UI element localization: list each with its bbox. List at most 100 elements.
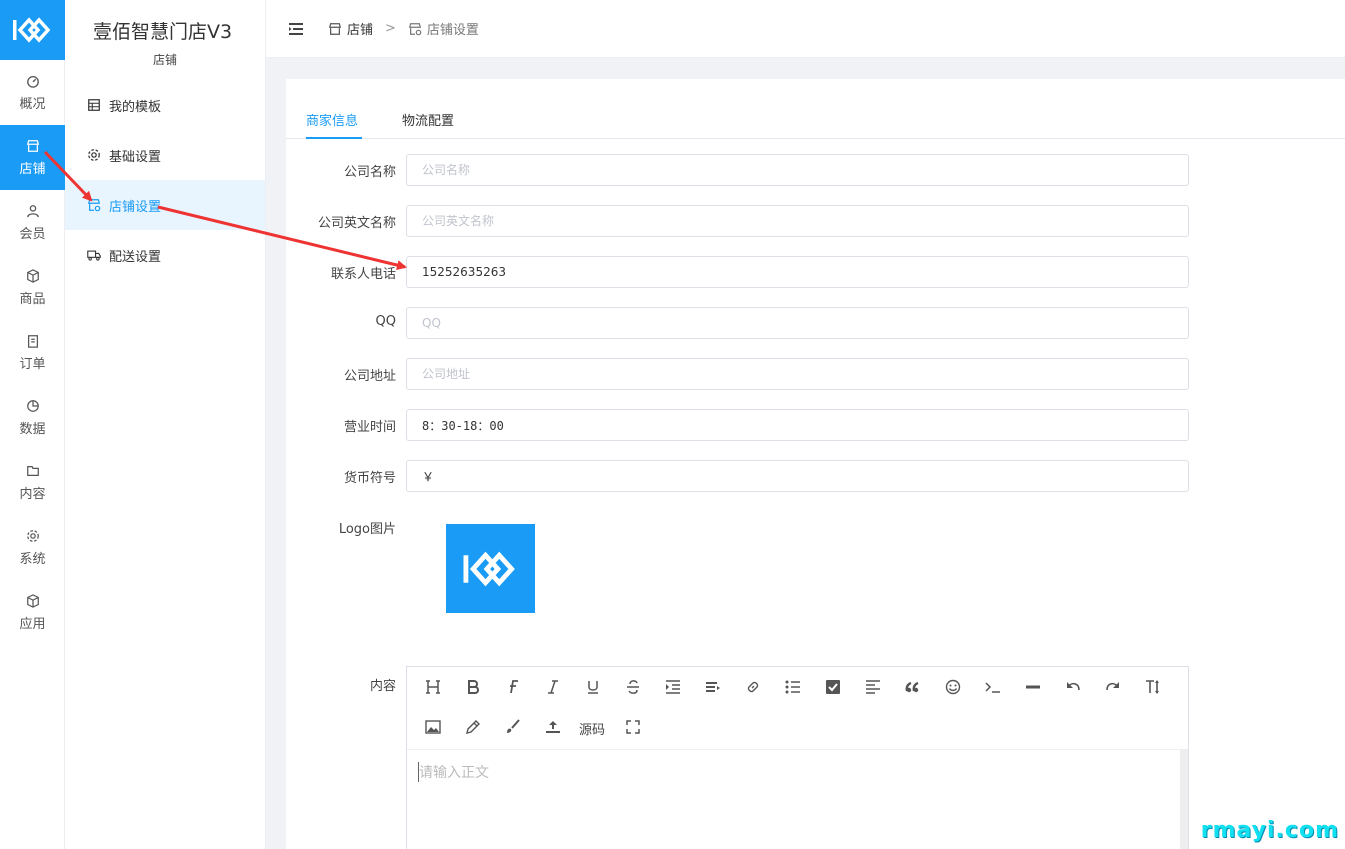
horizontal-rule-icon[interactable] bbox=[1021, 675, 1045, 699]
editor-body[interactable]: 请输入正文 bbox=[407, 749, 1180, 849]
line-height-icon[interactable] bbox=[701, 675, 725, 699]
logo-image-upload[interactable] bbox=[446, 524, 535, 613]
business-hours-input[interactable] bbox=[406, 409, 1189, 441]
cube-icon bbox=[26, 593, 39, 608]
dashboard-icon bbox=[26, 75, 39, 88]
rail-item-data[interactable]: 数据 bbox=[0, 385, 65, 450]
tab-bar: 商家信息 物流配置 bbox=[286, 105, 1345, 139]
bullet-list-icon[interactable] bbox=[781, 675, 805, 699]
submenu-item-label: 店铺设置 bbox=[109, 199, 162, 215]
font-size-icon[interactable] bbox=[1141, 675, 1165, 699]
font-icon[interactable] bbox=[501, 675, 525, 699]
store-settings-icon bbox=[87, 199, 101, 212]
submenu: 壹佰智慧门店V3 店铺 我的模板 基础设置 店铺设置 配送设置 bbox=[65, 0, 266, 849]
rail-item-label: 数据 bbox=[19, 421, 46, 437]
breadcrumb-root[interactable]: 店铺 bbox=[347, 19, 373, 38]
tab-logistics[interactable]: 物流配置 bbox=[402, 110, 454, 129]
store-icon bbox=[26, 139, 39, 152]
rail-item-orders[interactable]: 订单 bbox=[0, 320, 65, 385]
rich-text-editor: 源码 请输入正文 bbox=[406, 666, 1189, 849]
strikethrough-icon[interactable] bbox=[621, 675, 645, 699]
submenu-header: 壹佰智慧门店V3 店铺 bbox=[65, 0, 265, 68]
company-en-name-label: 公司英文名称 bbox=[317, 216, 396, 231]
app-logo[interactable] bbox=[0, 0, 65, 60]
company-name-input[interactable] bbox=[406, 154, 1189, 186]
editor-placeholder: 请输入正文 bbox=[418, 762, 489, 782]
truck-icon bbox=[87, 250, 101, 261]
indent-icon[interactable] bbox=[661, 675, 685, 699]
qq-input[interactable] bbox=[406, 307, 1189, 339]
tab-indicator bbox=[306, 137, 362, 139]
rail-item-content[interactable]: 内容 bbox=[0, 450, 65, 515]
template-icon bbox=[88, 99, 100, 111]
gear-icon bbox=[26, 529, 39, 542]
editor-scrollbar[interactable] bbox=[1180, 749, 1188, 849]
user-icon bbox=[26, 204, 39, 217]
address-input[interactable] bbox=[406, 358, 1189, 390]
checkbox-icon[interactable] bbox=[821, 675, 845, 699]
upload-icon[interactable] bbox=[541, 715, 565, 739]
redo-icon[interactable] bbox=[1101, 675, 1125, 699]
submenu-item-label: 基础设置 bbox=[109, 149, 162, 165]
icon-rail: 概况 店铺 会员 商品 订单 数据 内容 系统 应用 bbox=[0, 0, 65, 849]
rail-item-label: 订单 bbox=[19, 356, 46, 372]
box-icon bbox=[26, 268, 39, 283]
tab-merchant-info[interactable]: 商家信息 bbox=[306, 110, 358, 129]
rail-item-apps[interactable]: 应用 bbox=[0, 580, 65, 645]
heading-icon[interactable] bbox=[421, 675, 445, 699]
submenu-item-templates[interactable]: 我的模板 bbox=[65, 80, 265, 130]
store-icon bbox=[328, 22, 342, 35]
rail-item-system[interactable]: 系统 bbox=[0, 515, 65, 580]
align-left-icon[interactable] bbox=[861, 675, 885, 699]
gear-icon bbox=[88, 149, 100, 161]
rail-item-label: 会员 bbox=[19, 226, 46, 242]
content-label: 内容 bbox=[369, 679, 396, 694]
rail-item-label: 商品 bbox=[19, 291, 46, 307]
rail-item-products[interactable]: 商品 bbox=[0, 255, 65, 320]
submenu-item-label: 我的模板 bbox=[109, 99, 162, 115]
submenu-item-label: 配送设置 bbox=[109, 249, 162, 265]
rail-item-label: 系统 bbox=[19, 551, 46, 567]
clipboard-icon bbox=[27, 334, 38, 348]
address-label: 公司地址 bbox=[343, 369, 396, 384]
rail-item-label: 概况 bbox=[19, 96, 46, 112]
quote-icon[interactable] bbox=[901, 675, 925, 699]
pen-icon[interactable] bbox=[461, 715, 485, 739]
company-name-label: 公司名称 bbox=[343, 165, 396, 180]
rail-item-store[interactable]: 店铺 bbox=[0, 125, 65, 190]
rail-item-label: 内容 bbox=[19, 486, 46, 502]
watermark: rmayi.com bbox=[1200, 818, 1339, 843]
code-icon[interactable] bbox=[981, 675, 1005, 699]
folder-icon bbox=[26, 465, 39, 476]
rail-item-members[interactable]: 会员 bbox=[0, 190, 65, 255]
store-settings-icon bbox=[408, 22, 422, 35]
currency-input[interactable] bbox=[406, 460, 1189, 492]
undo-icon[interactable] bbox=[1061, 675, 1085, 699]
underline-icon[interactable] bbox=[581, 675, 605, 699]
brush-icon[interactable] bbox=[501, 715, 525, 739]
qq-label: QQ bbox=[375, 314, 396, 329]
editor-toolbar: 源码 bbox=[407, 667, 1188, 749]
company-en-name-input[interactable] bbox=[406, 205, 1189, 237]
emoji-icon[interactable] bbox=[941, 675, 965, 699]
link-icon[interactable] bbox=[741, 675, 765, 699]
section-title: 店铺 bbox=[151, 51, 180, 68]
submenu-item-basic-settings[interactable]: 基础设置 bbox=[65, 130, 265, 180]
submenu-item-store-settings[interactable]: 店铺设置 bbox=[65, 180, 265, 230]
bold-icon[interactable] bbox=[461, 675, 485, 699]
brand-logo-icon bbox=[12, 17, 50, 43]
contact-phone-input[interactable] bbox=[406, 256, 1189, 288]
italic-icon[interactable] bbox=[541, 675, 565, 699]
rail-item-label: 店铺 bbox=[19, 161, 46, 177]
image-icon[interactable] bbox=[421, 715, 445, 739]
fullscreen-icon[interactable] bbox=[621, 715, 645, 739]
pie-chart-icon bbox=[26, 399, 39, 412]
rail-item-overview[interactable]: 概况 bbox=[0, 60, 65, 125]
breadcrumb: 店铺 > 店铺设置 bbox=[328, 19, 479, 38]
submenu-item-delivery-settings[interactable]: 配送设置 bbox=[65, 230, 265, 280]
app-title: 壹佰智慧门店V3 bbox=[93, 21, 233, 43]
source-code-button[interactable]: 源码 bbox=[579, 719, 605, 738]
menu-toggle-icon[interactable] bbox=[288, 21, 304, 37]
breadcrumb-separator: > bbox=[385, 21, 396, 36]
currency-label: 货币符号 bbox=[343, 471, 396, 486]
